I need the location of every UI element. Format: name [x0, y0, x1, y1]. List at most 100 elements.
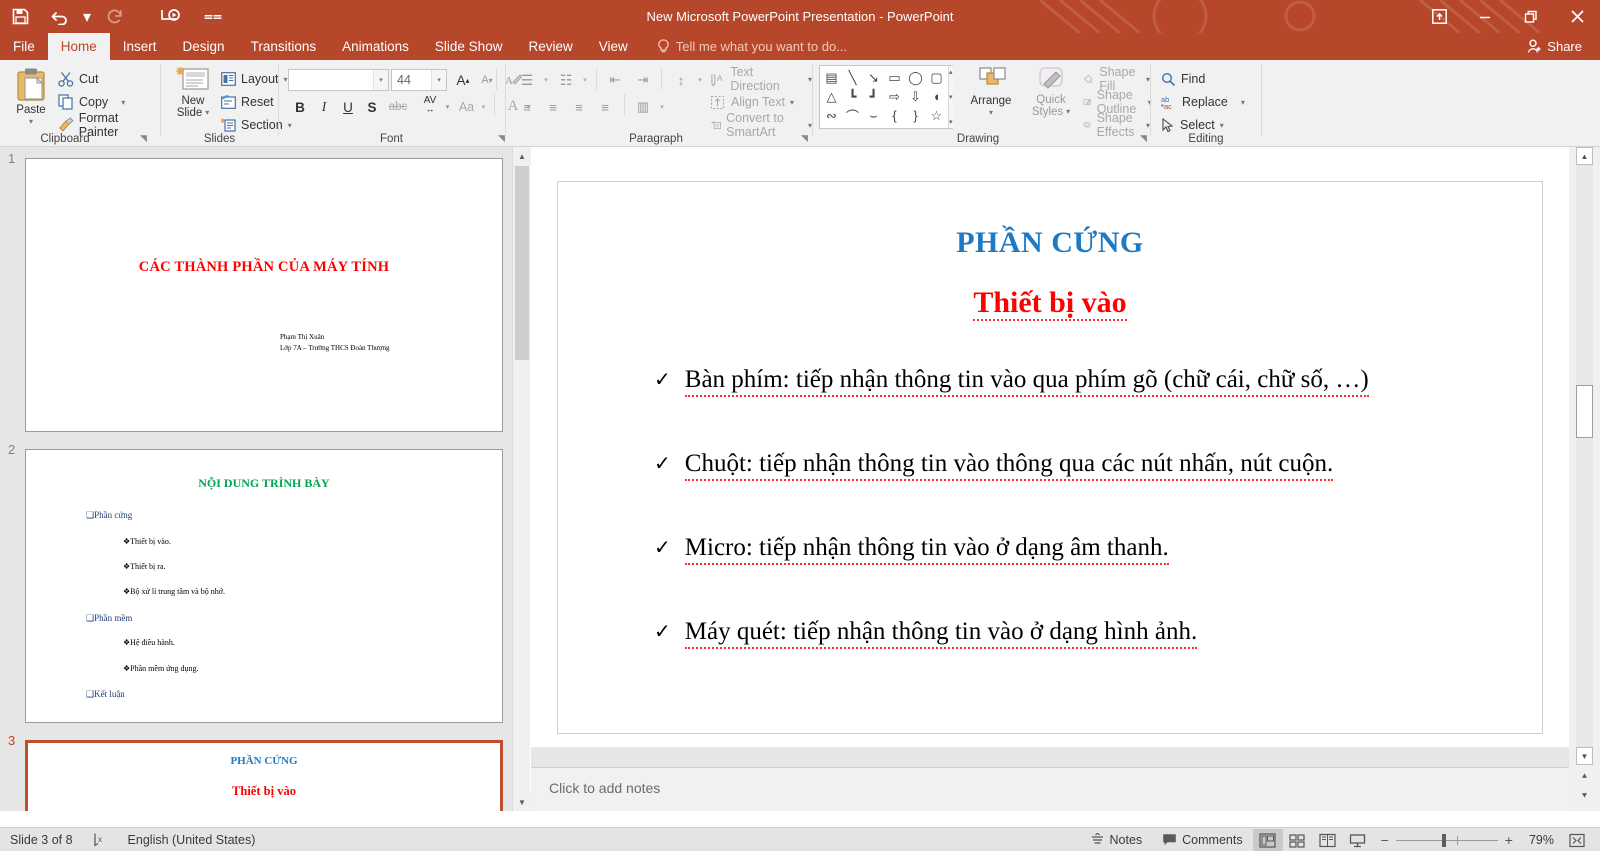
slide-thumbnail-3[interactable]: PHẦN CỨNG Thiết bị vào	[25, 740, 503, 811]
shape-line-icon[interactable]: ╲	[842, 68, 863, 87]
decrease-indent-button[interactable]: ⇤	[602, 69, 628, 91]
language-indicator[interactable]: English (United States)	[118, 828, 266, 851]
character-spacing-dropdown-icon[interactable]: ▾	[442, 96, 453, 118]
shape-elbow-connector-icon[interactable]: ┗	[842, 87, 863, 106]
copy-dropdown-icon[interactable]: ▾	[121, 98, 125, 107]
close-icon[interactable]	[1554, 0, 1600, 33]
numbering-dropdown-icon[interactable]: ▾	[579, 69, 591, 91]
tab-insert[interactable]: Insert	[110, 33, 170, 60]
columns-button[interactable]: ▥	[630, 96, 656, 118]
zoom-slider-handle[interactable]	[1441, 833, 1446, 847]
tab-review[interactable]: Review	[515, 33, 585, 60]
select-dropdown-icon[interactable]: ▾	[1220, 121, 1224, 130]
underline-button[interactable]: U	[336, 96, 360, 118]
tab-home[interactable]: Home	[47, 33, 110, 60]
spellcheck-icon[interactable]: x	[83, 828, 118, 851]
shape-fill-button[interactable]: Shape Fill ▾	[1083, 65, 1150, 93]
tell-me-search[interactable]: Tell me what you want to do...	[641, 33, 847, 60]
replace-dropdown-icon[interactable]: ▾	[1241, 98, 1245, 107]
shape-star-icon[interactable]: ☆	[926, 106, 947, 125]
bold-button[interactable]: B	[288, 96, 312, 118]
strikethrough-button[interactable]: abc	[383, 96, 413, 118]
undo-icon[interactable]	[40, 0, 80, 33]
restore-icon[interactable]	[1508, 0, 1554, 33]
shape-elbow-arrow-icon[interactable]: ┛	[863, 87, 884, 106]
start-from-beginning-icon[interactable]	[150, 0, 190, 33]
shape-outline-button[interactable]: Shape Outline ▾	[1083, 88, 1152, 116]
shapes-scroll-down-icon[interactable]: ▾	[949, 93, 953, 101]
align-left-button[interactable]: ≡	[514, 96, 540, 118]
shape-triangle-icon[interactable]: △	[821, 87, 842, 106]
character-spacing-button[interactable]: AV ↔	[415, 94, 445, 116]
shapes-scroll-up-icon[interactable]: ▴	[949, 68, 953, 76]
undo-dropdown-icon[interactable]: ▾	[80, 0, 94, 33]
slide-thumbnail-1[interactable]: CÁC THÀNH PHẦN CỦA MÁY TÍNH Phạm Thị Xuâ…	[25, 158, 503, 432]
slide-scrollbar-track[interactable]	[1576, 165, 1593, 753]
thumbnail-row-2[interactable]: 2 NỘI DUNG TRÌNH BÀY ❑Phần cứng ❖Thiết b…	[0, 440, 512, 730]
tab-animations[interactable]: Animations	[329, 33, 422, 60]
font-size-dropdown-icon[interactable]: ▾	[431, 70, 446, 90]
slide-subtitle[interactable]: Thiết bị vào	[558, 286, 1542, 321]
shapes-gallery-scrollbar[interactable]: ▴ ▾ ▾	[948, 66, 953, 128]
clipboard-dialog-launcher[interactable]: ◥	[140, 133, 147, 144]
drawing-dialog-launcher[interactable]: ◥	[1140, 133, 1147, 144]
align-right-button[interactable]: ≡	[566, 96, 592, 118]
font-name-dropdown-icon[interactable]: ▾	[373, 70, 388, 90]
shapes-more-icon[interactable]: ▾	[949, 118, 953, 126]
columns-dropdown-icon[interactable]: ▾	[656, 96, 668, 118]
shape-curve-icon[interactable]: ⌣	[863, 106, 884, 125]
notes-button[interactable]: Notes	[1080, 828, 1153, 851]
bullets-dropdown-icon[interactable]: ▾	[540, 69, 552, 91]
tab-slide-show[interactable]: Slide Show	[422, 33, 516, 60]
slide-sorter-view-button[interactable]	[1283, 829, 1313, 851]
slide-scroll-down-button[interactable]: ▼	[1576, 747, 1593, 765]
shape-arc-icon[interactable]: ⌒	[842, 106, 863, 125]
tab-view[interactable]: View	[586, 33, 641, 60]
thumbnail-scrollbar-thumb[interactable]	[515, 166, 529, 360]
slide-scrollbar-thumb[interactable]	[1576, 385, 1593, 438]
next-slide-button[interactable]: ⯆	[1576, 787, 1593, 805]
align-center-button[interactable]: ≡	[540, 96, 566, 118]
font-name-combobox[interactable]: ▾	[288, 69, 389, 91]
line-spacing-button[interactable]: ↕	[668, 69, 694, 91]
redo-icon[interactable]	[94, 0, 134, 33]
thumbnail-scroll-up-button[interactable]: ▲	[513, 147, 531, 165]
paragraph-dialog-launcher[interactable]: ◥	[801, 133, 808, 144]
shape-scribble-icon[interactable]: ∾	[821, 106, 842, 125]
ribbon-display-options-icon[interactable]	[1416, 0, 1462, 33]
shape-oval-icon[interactable]: ◯	[905, 68, 926, 87]
normal-view-button[interactable]	[1252, 829, 1283, 851]
shape-left-brace-icon[interactable]: {	[884, 106, 905, 125]
cut-button[interactable]: Cut	[58, 68, 98, 90]
change-case-dropdown-icon[interactable]: ▾	[478, 96, 489, 118]
font-dialog-launcher[interactable]: ◥	[498, 133, 505, 144]
paste-button[interactable]: Paste ▾	[8, 66, 54, 128]
align-text-button[interactable]: Align Text ▾	[710, 91, 794, 113]
customize-quick-access-toolbar-icon[interactable]: ⩵	[204, 0, 222, 33]
zoom-in-button[interactable]: +	[1505, 832, 1513, 848]
reset-button[interactable]: Reset	[221, 91, 274, 113]
shape-arrow-icon[interactable]: ↘	[863, 68, 884, 87]
shape-rounded-rect-icon[interactable]: ▢	[926, 68, 947, 87]
paste-dropdown-icon[interactable]: ▾	[29, 116, 33, 128]
replace-button[interactable]: ab ac Replace ▾	[1161, 91, 1245, 113]
quick-styles-button[interactable]: Quick Styles ▾	[1023, 66, 1079, 118]
italic-button[interactable]: I	[312, 96, 336, 118]
bullets-button[interactable]: ☰	[514, 69, 540, 91]
fit-slide-to-window-button[interactable]	[1562, 829, 1592, 851]
justify-button[interactable]: ≡	[592, 96, 618, 118]
font-size-combobox[interactable]: 44 ▾	[391, 69, 447, 91]
new-slide-button[interactable]: New Slide ▾	[169, 66, 217, 119]
shape-folded-corner-icon[interactable]: ◖	[926, 87, 947, 106]
find-button[interactable]: Find	[1161, 68, 1205, 90]
quick-styles-dropdown-icon[interactable]: ▾	[1066, 106, 1070, 118]
text-direction-button[interactable]: A Text Direction ▾	[710, 65, 812, 93]
notes-pane[interactable]: Click to add notes	[531, 767, 1569, 811]
current-slide[interactable]: PHẦN CỨNG Thiết bị vào ✓ Bàn phím: tiếp …	[557, 181, 1543, 734]
thumbnail-pane-scrollbar[interactable]: ▲ ▼	[512, 147, 531, 811]
increase-indent-button[interactable]: ⇥	[630, 69, 656, 91]
zoom-slider[interactable]: − +	[1373, 832, 1521, 848]
zoom-level-label[interactable]: 79%	[1521, 828, 1562, 851]
slide-indicator[interactable]: Slide 3 of 8	[0, 828, 83, 851]
tab-transitions[interactable]: Transitions	[238, 33, 330, 60]
